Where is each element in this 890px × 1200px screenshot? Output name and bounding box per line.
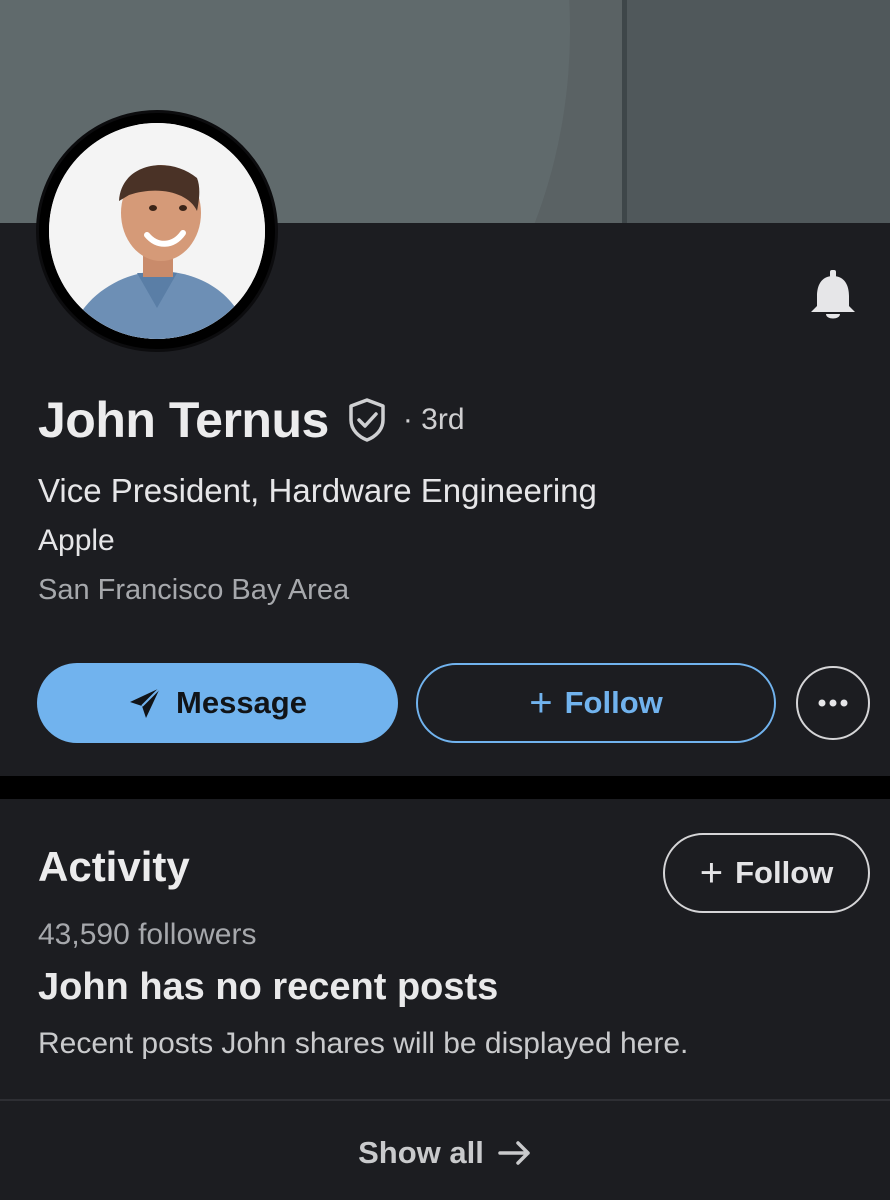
verified-shield-icon[interactable] [343, 396, 391, 444]
empty-state-title: John has no recent posts [38, 966, 499, 1008]
plus-icon: + [529, 681, 553, 725]
activity-follow-label: Follow [735, 855, 834, 890]
cover-right-panel [627, 0, 890, 223]
more-options-button[interactable] [796, 666, 870, 740]
profile-avatar[interactable] [36, 110, 278, 352]
empty-state-subtitle: Recent posts John shares will be display… [38, 1027, 689, 1060]
profile-name: John Ternus [38, 392, 329, 448]
bell-icon[interactable] [808, 270, 858, 322]
divider [0, 1099, 890, 1101]
avatar-photo [49, 123, 265, 339]
follow-button[interactable]: + Follow [416, 663, 776, 743]
followers-count: 43,590 followers [38, 918, 257, 951]
show-all-link[interactable]: Show all [0, 1135, 890, 1171]
profile-location: San Francisco Bay Area [38, 574, 350, 606]
arrow-right-icon [498, 1141, 530, 1165]
plus-icon: + [699, 851, 724, 895]
connection-degree: · 3rd [402, 403, 465, 436]
profile-headline: Vice President, Hardware Engineering [38, 472, 597, 509]
more-horizontal-icon [818, 699, 848, 707]
message-button[interactable]: Message [37, 663, 398, 743]
activity-follow-button[interactable]: + Follow [663, 833, 870, 913]
show-all-label: Show all [358, 1135, 484, 1170]
send-icon [130, 687, 161, 718]
follow-button-label: Follow [564, 685, 663, 720]
name-row: John Ternus · 3rd [38, 388, 465, 452]
profile-company: Apple [38, 524, 115, 557]
message-button-label: Message [176, 685, 307, 720]
activity-title: Activity [38, 843, 190, 890]
